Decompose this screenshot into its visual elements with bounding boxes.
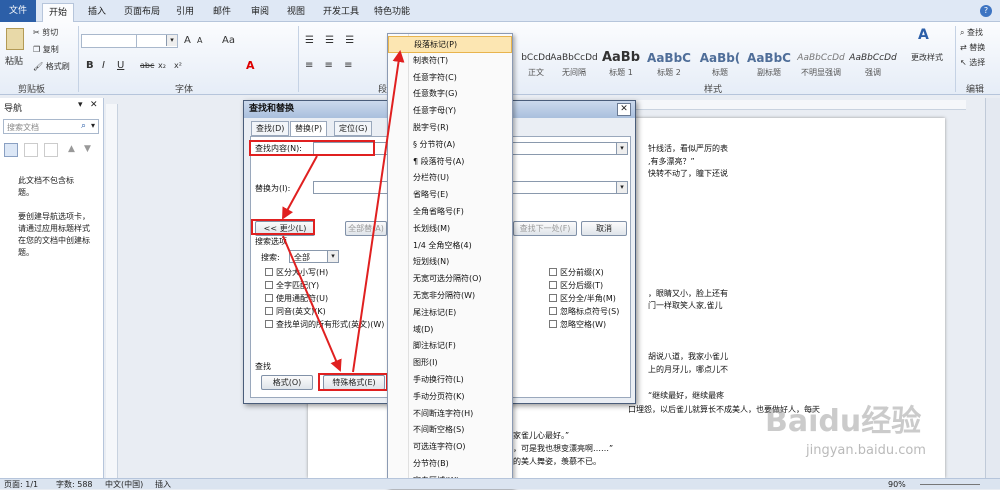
watermark-url: jingyan.baidu.com [806, 443, 926, 458]
status-language[interactable]: 中文(中国) [105, 479, 143, 490]
zoom-level[interactable]: 90% [888, 479, 906, 490]
status-words[interactable]: 字数: 588 [56, 479, 93, 490]
status-page[interactable]: 页面: 1/1 [4, 479, 38, 490]
arrow-1 [282, 155, 318, 220]
arrow-2 [282, 235, 342, 372]
status-mode[interactable]: 插入 [155, 479, 171, 490]
zoom-slider[interactable] [920, 484, 980, 485]
status-bar: 页面: 1/1 字数: 588 中文(中国) 插入 90% [0, 478, 1000, 489]
arrow-3 [352, 50, 405, 373]
watermark-logo: Baidu经验 [765, 404, 922, 439]
